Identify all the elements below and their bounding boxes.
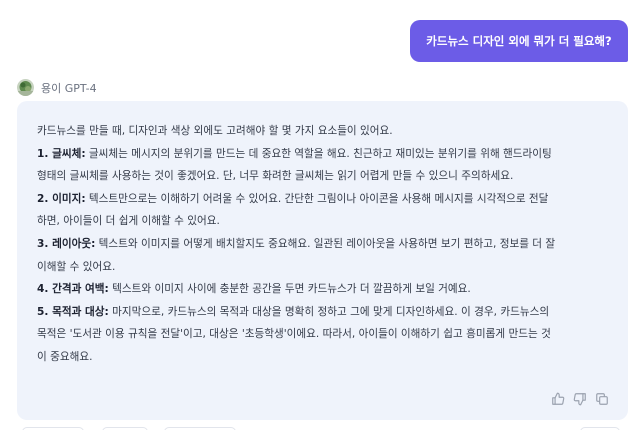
- copy-icon[interactable]: [594, 391, 609, 406]
- user-message-text: 카드뉴스 디자인 외에 뭐가 더 필요해?: [426, 34, 612, 48]
- item4-title: 4. 간격과 여백:: [37, 283, 109, 296]
- intro-line: 카드뉴스를 만들 때, 디자인과 색상 외에도 고려해야 할 몇 가지 요소들이…: [37, 125, 393, 137]
- item5-title: 5. 목적과 대상:: [37, 305, 109, 318]
- chat-page: 카드뉴스 디자인 외에 뭐가 더 필요해? 용이 GPT-4 카드뉴스를 만들 …: [0, 0, 638, 430]
- item3-text: 텍스트와 이미지를 어떻게 배치할지도 중요해요. 일관된 레이아웃을 사용하면…: [95, 237, 556, 250]
- assistant-header: 용이 GPT-4: [17, 79, 97, 96]
- item2-text: 텍스트만으로는 이해하기 어려울 수 있어요. 간단한 그림이나 아이콘을 사용…: [85, 192, 549, 205]
- item2-line2: 하면, 아이들이 더 쉽게 이해할 수 있어요.: [37, 215, 220, 228]
- item5-line2: 목적은 '도서관 이용 규칙을 전달'이고, 대상은 '초등학생'이에요. 따라…: [37, 328, 551, 341]
- item1-title: 1. 글씨체:: [37, 147, 86, 160]
- item3-title: 3. 레이아웃:: [37, 237, 96, 250]
- item1-line2: 형태의 글씨체를 사용하는 것이 좋겠어요. 단, 너무 화려한 글씨체는 읽기…: [37, 170, 514, 183]
- item3-line2: 이해할 수 있어요.: [37, 260, 116, 273]
- user-message-bubble: 카드뉴스 디자인 외에 뭐가 더 필요해?: [410, 20, 628, 62]
- assistant-name: 용이 GPT-4: [41, 81, 97, 95]
- thumbs-up-icon[interactable]: [550, 391, 565, 406]
- item4-text: 텍스트와 이미지 사이에 충분한 공간을 두면 카드뉴스가 더 깔끔하게 보일 …: [108, 283, 471, 296]
- item5-line3: 이 중요해요.: [37, 350, 93, 363]
- item1-text: 글씨체는 메시지의 분위기를 만드는 데 중요한 역할을 해요. 친근하고 재미…: [85, 147, 552, 160]
- item5-line: 5. 목적과 대상: 마지막으로, 카드뉴스의 목적과 대상을 명확히 정하고 …: [37, 301, 608, 324]
- assistant-avatar: [17, 79, 34, 96]
- item2-line: 2. 이미지: 텍스트만으로는 이해하기 어려울 수 있어요. 간단한 그림이나…: [37, 188, 608, 211]
- item4-line: 4. 간격과 여백: 텍스트와 이미지 사이에 충분한 공간을 두면 카드뉴스가…: [37, 278, 608, 301]
- item1-line: 1. 글씨체: 글씨체는 메시지의 분위기를 만드는 데 중요한 역할을 해요.…: [37, 143, 608, 166]
- item3-line: 3. 레이아웃: 텍스트와 이미지를 어떻게 배치할지도 중요해요. 일관된 레…: [37, 233, 608, 256]
- thumbs-down-icon[interactable]: [572, 391, 587, 406]
- assistant-message-bubble: 카드뉴스를 만들 때, 디자인과 색상 외에도 고려해야 할 몇 가지 요소들이…: [17, 101, 628, 420]
- message-actions: [550, 391, 609, 406]
- item5-text: 마지막으로, 카드뉴스의 목적과 대상을 명확히 정하고 그에 맞게 디자인하세…: [108, 305, 550, 318]
- item2-title: 2. 이미지:: [37, 192, 86, 205]
